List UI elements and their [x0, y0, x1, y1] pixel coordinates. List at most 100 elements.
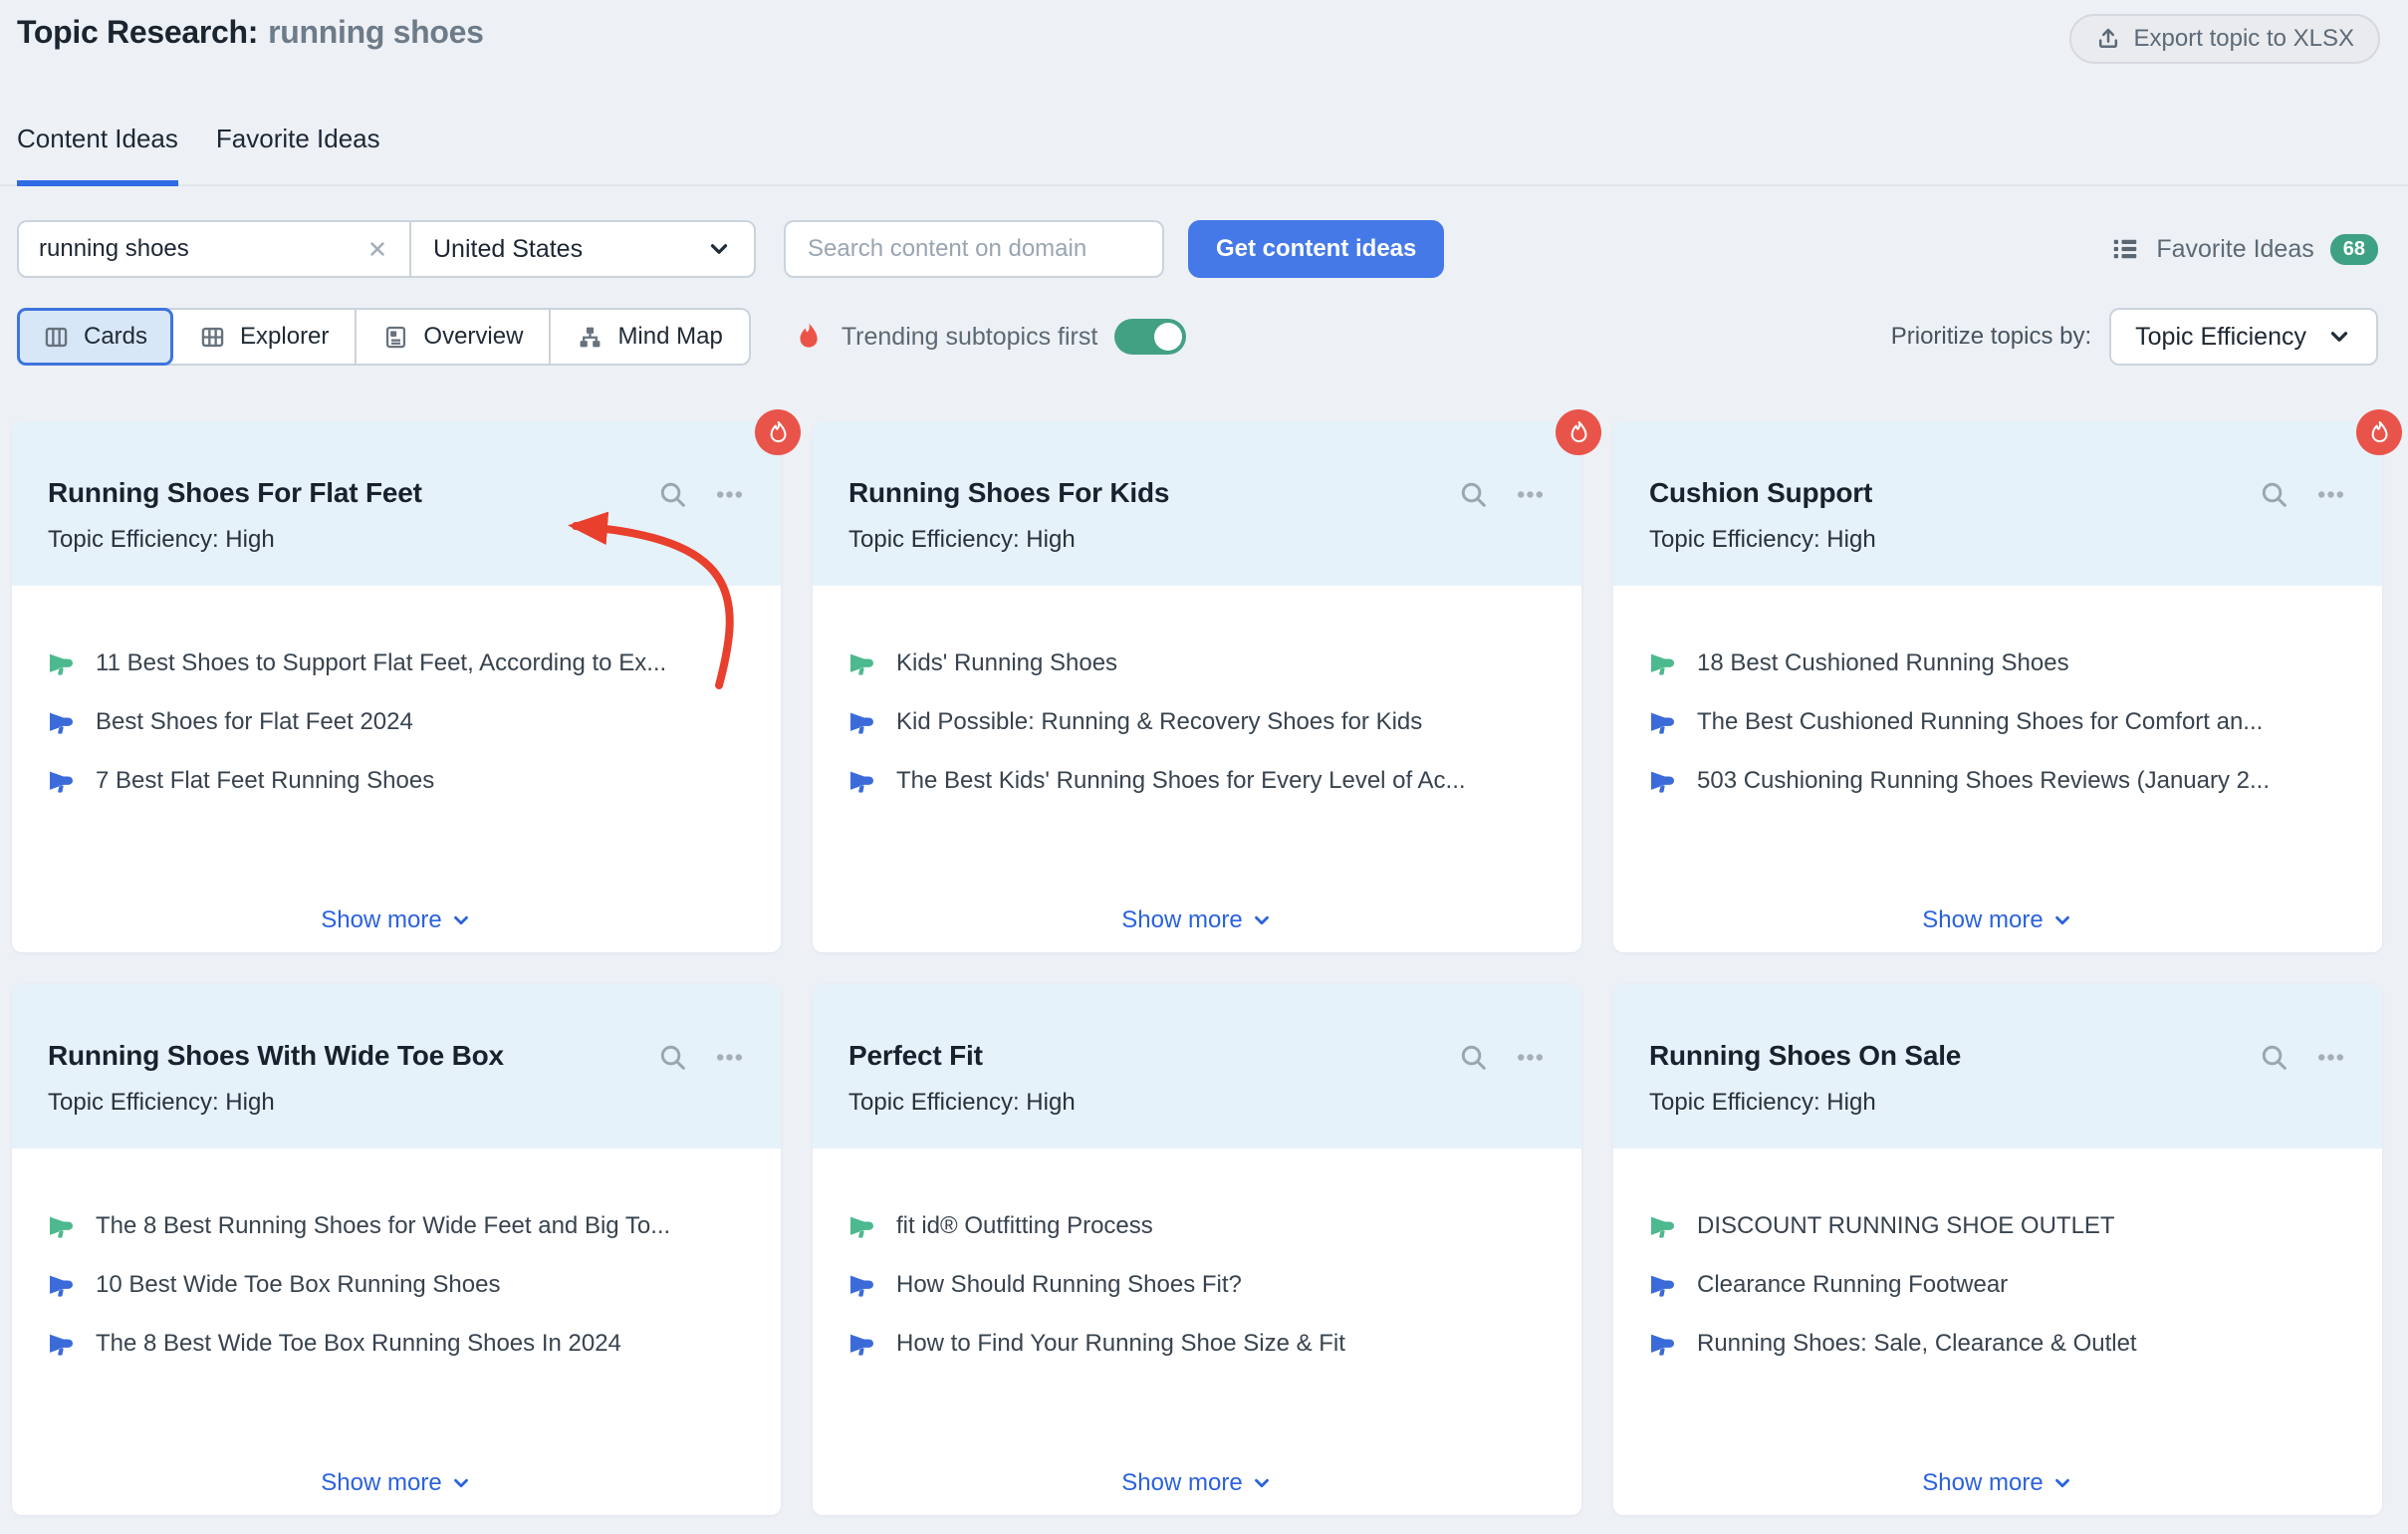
chevron-down-icon [450, 1472, 472, 1494]
headline-text: DISCOUNT RUNNING SHOE OUTLET [1697, 1212, 2115, 1240]
toggle-knob [1154, 323, 1182, 351]
chevron-down-icon [2051, 909, 2073, 931]
domain-search-input[interactable]: Search content on domain [784, 220, 1164, 278]
megaphone-icon [848, 1272, 875, 1299]
ellipsis-menu-icon[interactable] [1515, 1042, 1546, 1073]
headline-item[interactable]: DISCOUNT RUNNING SHOE OUTLET [1649, 1212, 2346, 1240]
trending-flame-badge [1556, 409, 1601, 455]
headline-item[interactable]: Kids' Running Shoes [848, 649, 1546, 677]
chevron-down-icon [706, 236, 732, 262]
headline-item[interactable]: How to Find Your Running Shoe Size & Fit [848, 1330, 1546, 1358]
chevron-down-icon [1251, 909, 1273, 931]
headline-item[interactable]: 11 Best Shoes to Support Flat Feet, Acco… [48, 649, 745, 677]
headline-item[interactable]: The Best Kids' Running Shoes for Every L… [848, 767, 1546, 795]
headline-item[interactable]: The 8 Best Wide Toe Box Running Shoes In… [48, 1330, 745, 1358]
search-icon[interactable] [657, 479, 688, 510]
headline-item[interactable]: Kid Possible: Running & Recovery Shoes f… [848, 708, 1546, 736]
export-button[interactable]: Export topic to XLSX [2069, 14, 2380, 64]
headline-item[interactable]: Clearance Running Footwear [1649, 1271, 2346, 1299]
card-header: Perfect Fit Topic Efficiency: High [813, 984, 1581, 1149]
headline-text: How to Find Your Running Shoe Size & Fit [896, 1330, 1345, 1358]
search-icon[interactable] [2259, 479, 2289, 510]
view-cards-label: Cards [84, 323, 147, 351]
headline-text: 10 Best Wide Toe Box Running Shoes [96, 1271, 500, 1299]
card-title[interactable]: Running Shoes For Kids [848, 477, 1458, 509]
topic-card-on-sale: Running Shoes On Sale Topic Efficiency: … [1613, 984, 2382, 1515]
show-more-button[interactable]: Show more [813, 906, 1581, 934]
headline-item[interactable]: 503 Cushioning Running Shoes Reviews (Ja… [1649, 767, 2346, 795]
headline-item[interactable]: The Best Cushioned Running Shoes for Com… [1649, 708, 2346, 736]
tab-favorite-ideas[interactable]: Favorite Ideas [216, 124, 380, 186]
ellipsis-menu-icon[interactable] [1515, 479, 1546, 510]
card-title[interactable]: Running Shoes On Sale [1649, 1040, 2259, 1072]
megaphone-icon [1649, 768, 1676, 795]
card-header: Running Shoes On Sale Topic Efficiency: … [1613, 984, 2382, 1149]
page-title-label: Topic Research: [17, 14, 258, 50]
show-more-label: Show more [1922, 1469, 2043, 1497]
topic-efficiency: Topic Efficiency: High [48, 526, 745, 554]
topic-cards-grid: Running Shoes For Flat Feet Topic Effici… [0, 421, 2408, 1515]
megaphone-icon [48, 1213, 75, 1240]
view-filter-row: Cards Explorer Overview Mind Map Trendin… [0, 308, 2408, 366]
trending-toggle-switch[interactable] [1114, 319, 1186, 355]
headline-text: fit id® Outfitting Process [896, 1212, 1153, 1240]
card-body: The 8 Best Running Shoes for Wide Feet a… [12, 1149, 781, 1515]
view-cards[interactable]: Cards [17, 308, 173, 366]
region-select[interactable]: United States [411, 222, 754, 276]
view-explorer[interactable]: Explorer [173, 310, 357, 364]
card-title[interactable]: Perfect Fit [848, 1040, 1458, 1072]
megaphone-icon [48, 768, 75, 795]
view-switcher: Cards Explorer Overview Mind Map [17, 308, 751, 366]
search-icon[interactable] [1458, 1042, 1489, 1073]
headline-item[interactable]: How Should Running Shoes Fit? [848, 1271, 1546, 1299]
megaphone-icon [48, 709, 75, 736]
ellipsis-menu-icon[interactable] [2315, 479, 2346, 510]
ellipsis-menu-icon[interactable] [714, 479, 745, 510]
favorite-ideas-label: Favorite Ideas [2156, 235, 2313, 264]
ellipsis-menu-icon[interactable] [714, 1042, 745, 1073]
headline-text: The 8 Best Wide Toe Box Running Shoes In… [96, 1330, 621, 1358]
headline-item[interactable]: Running Shoes: Sale, Clearance & Outlet [1649, 1330, 2346, 1358]
ellipsis-menu-icon[interactable] [2315, 1042, 2346, 1073]
search-icon[interactable] [2259, 1042, 2289, 1073]
topic-query-input[interactable]: running shoes [19, 222, 411, 276]
show-more-button[interactable]: Show more [12, 906, 781, 934]
headline-text: Kid Possible: Running & Recovery Shoes f… [896, 708, 1422, 736]
card-title[interactable]: Cushion Support [1649, 477, 2259, 509]
card-title[interactable]: Running Shoes For Flat Feet [48, 477, 657, 509]
headline-item[interactable]: fit id® Outfitting Process [848, 1212, 1546, 1240]
tab-bar: Content Ideas Favorite Ideas [0, 124, 2408, 186]
favorite-ideas-link[interactable]: Favorite Ideas 68 [2110, 234, 2378, 265]
card-title[interactable]: Running Shoes With Wide Toe Box [48, 1040, 657, 1072]
headline-item[interactable]: 7 Best Flat Feet Running Shoes [48, 767, 745, 795]
chevron-down-icon [450, 909, 472, 931]
search-row: running shoes United States Search conte… [0, 220, 2408, 278]
headline-item[interactable]: 10 Best Wide Toe Box Running Shoes [48, 1271, 745, 1299]
headline-item[interactable]: The 8 Best Running Shoes for Wide Feet a… [48, 1212, 745, 1240]
view-overview-label: Overview [423, 323, 523, 351]
view-overview[interactable]: Overview [357, 310, 551, 364]
topic-search-group: running shoes United States [17, 220, 756, 278]
tab-content-ideas[interactable]: Content Ideas [17, 124, 178, 186]
megaphone-icon [848, 1213, 875, 1240]
headline-text: The Best Cushioned Running Shoes for Com… [1697, 708, 2263, 736]
show-more-label: Show more [321, 1469, 441, 1497]
headline-text: How Should Running Shoes Fit? [896, 1271, 1242, 1299]
region-value: United States [433, 235, 583, 264]
prioritize-select[interactable]: Topic Efficiency [2109, 308, 2378, 366]
table-icon [199, 324, 226, 351]
topic-efficiency: Topic Efficiency: High [848, 526, 1546, 554]
search-icon[interactable] [1458, 479, 1489, 510]
show-more-button[interactable]: Show more [813, 1469, 1581, 1497]
show-more-button[interactable]: Show more [12, 1469, 781, 1497]
headline-item[interactable]: 18 Best Cushioned Running Shoes [1649, 649, 2346, 677]
clear-query-icon[interactable] [365, 237, 389, 261]
topic-card-perfect-fit: Perfect Fit Topic Efficiency: High fit i… [813, 984, 1581, 1515]
get-content-ideas-button[interactable]: Get content ideas [1188, 220, 1444, 278]
show-more-button[interactable]: Show more [1613, 906, 2382, 934]
card-body: 11 Best Shoes to Support Flat Feet, Acco… [12, 586, 781, 952]
view-mind-map[interactable]: Mind Map [551, 310, 748, 364]
search-icon[interactable] [657, 1042, 688, 1073]
headline-item[interactable]: Best Shoes for Flat Feet 2024 [48, 708, 745, 736]
show-more-button[interactable]: Show more [1613, 1469, 2382, 1497]
